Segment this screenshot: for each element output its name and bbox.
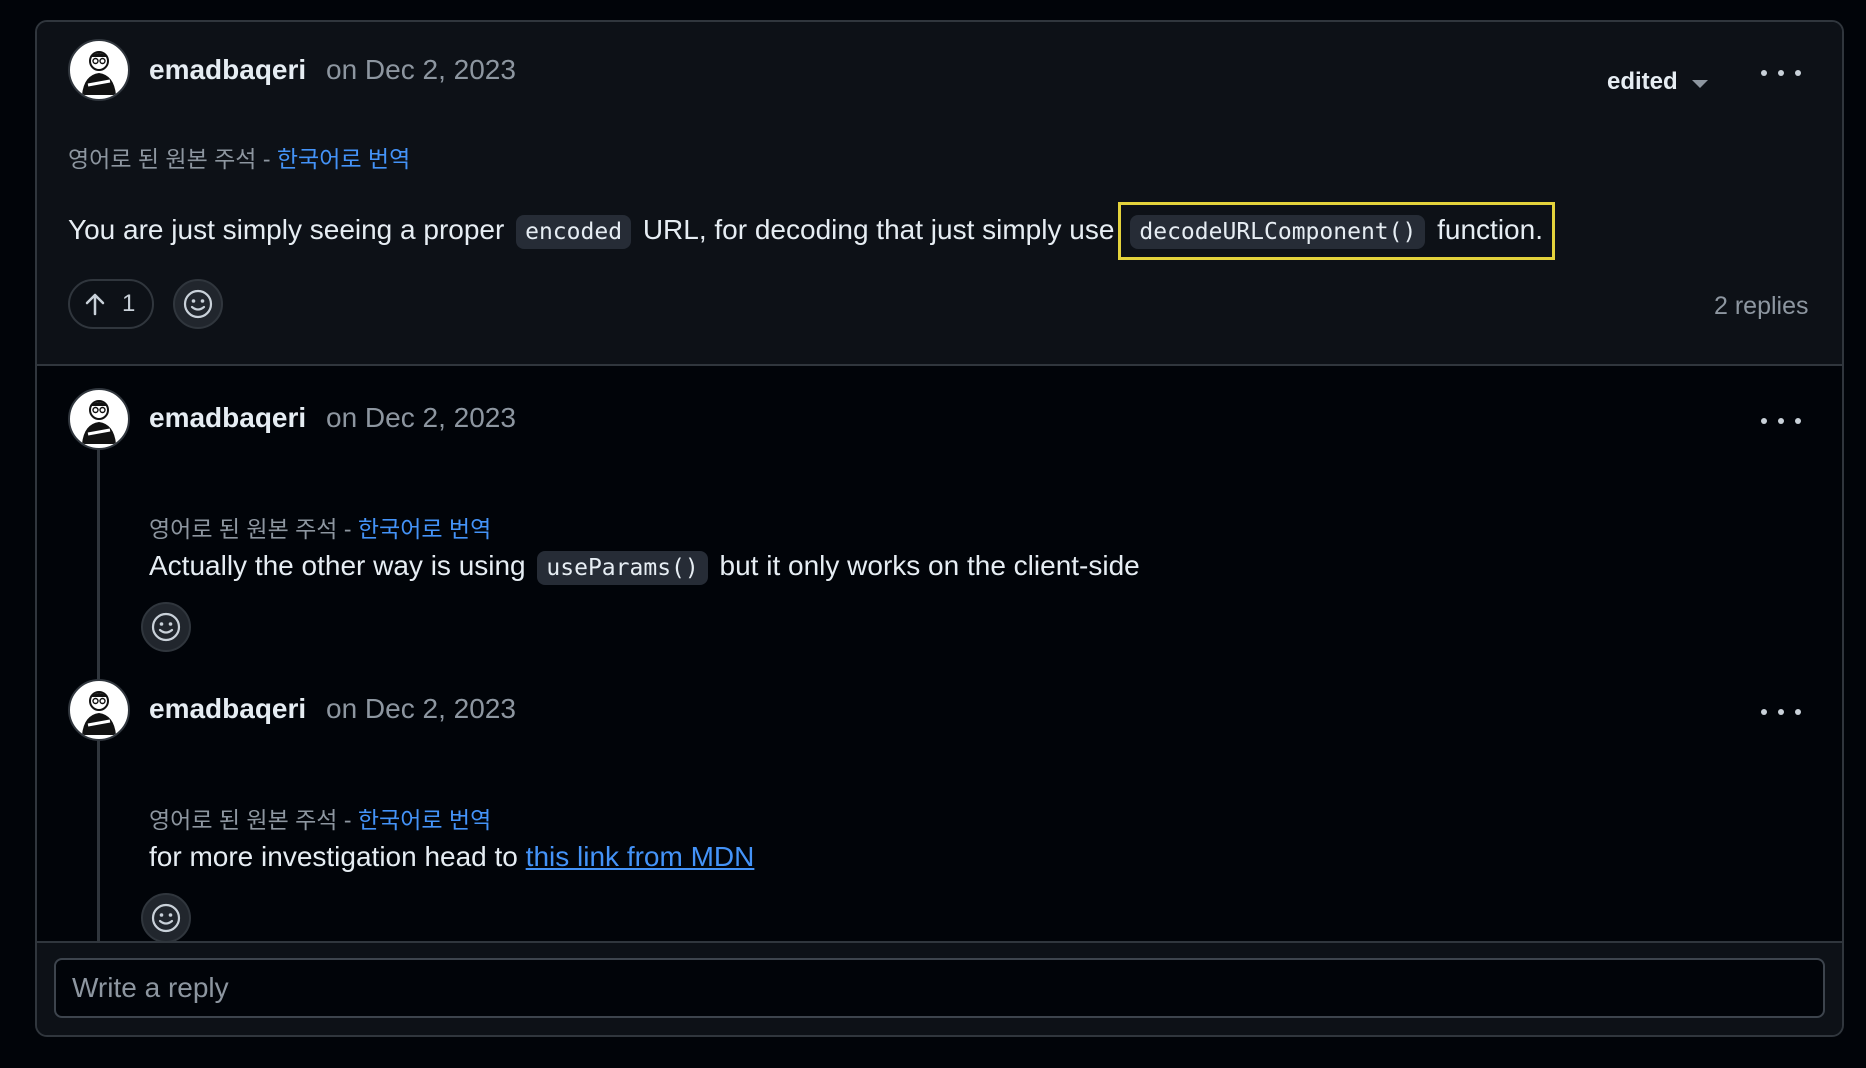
reply-date[interactable]: on Dec 2, 2023 [326, 693, 516, 725]
avatar[interactable] [68, 388, 130, 450]
reply-author[interactable]: emadbaqeri [149, 402, 306, 434]
triangle-down-icon [1691, 80, 1708, 88]
avatar[interactable] [68, 39, 130, 101]
dot [1778, 709, 1784, 715]
kebab-horizontal-icon [1761, 418, 1767, 424]
dot [1795, 709, 1801, 715]
reply-options-button[interactable] [1761, 411, 1801, 431]
kebab-horizontal-icon [1761, 70, 1767, 76]
translation-prefix: 영어로 된 원본 주석 - [149, 516, 358, 542]
translate-link[interactable]: 한국어로 번역 [277, 146, 410, 172]
avatar-illustration-icon [82, 51, 116, 95]
top-comment: emadbaqeri on Dec 2, 2023 edited 영어로 된 원… [37, 22, 1842, 366]
body-text-2: URL, for decoding that just simply use [642, 214, 1115, 245]
translation-notice: 영어로 된 원본 주석 - 한국어로 번역 [149, 510, 491, 544]
dot [1778, 418, 1784, 424]
smiley-icon [151, 903, 181, 933]
translation-notice: 영어로 된 원본 주석 - 한국어로 번역 [149, 801, 491, 835]
edited-dropdown[interactable]: edited [1607, 68, 1708, 96]
kebab-horizontal-icon [1761, 709, 1767, 715]
translate-link[interactable]: 한국어로 번역 [358, 807, 491, 833]
dot [1795, 418, 1801, 424]
discussion-comment-card: emadbaqeri on Dec 2, 2023 edited 영어로 된 원… [35, 20, 1844, 1037]
mdn-link[interactable]: this link from MDN [526, 841, 755, 872]
arrow-up-icon [85, 293, 105, 316]
avatar-illustration-icon [82, 400, 116, 444]
add-reaction-button[interactable] [141, 893, 191, 943]
upvote-button[interactable]: 1 [68, 279, 154, 329]
inline-code: useParams() [537, 551, 708, 585]
body-text-2: but it only works on the client-side [719, 550, 1140, 581]
comment-author[interactable]: emadbaqeri [149, 54, 306, 86]
smiley-icon [151, 612, 181, 642]
comment-options-button[interactable] [1761, 63, 1801, 83]
dot [1795, 70, 1801, 76]
translation-notice: 영어로 된 원본 주석 - 한국어로 번역 [68, 140, 410, 174]
dot [1778, 70, 1784, 76]
upvote-count: 1 [122, 290, 136, 317]
reply-body: Actually the other way is using useParam… [149, 544, 1140, 590]
replies-thread: emadbaqeri on Dec 2, 2023 영어로 된 원본 주석 - … [37, 366, 1842, 943]
reply-body: for more investigation head to this link… [149, 835, 754, 879]
edited-label: edited [1607, 68, 1678, 95]
reply-box-container [37, 943, 1842, 1035]
comment-body: You are just simply seeing a proper enco… [68, 202, 1555, 260]
inline-code: encoded [516, 215, 632, 249]
smiley-icon [183, 289, 213, 319]
reply-options-button[interactable] [1761, 702, 1801, 722]
highlight-box: decodeURLComponent() function. [1118, 202, 1555, 260]
translation-prefix: 영어로 된 원본 주석 - [68, 146, 277, 172]
translate-link[interactable]: 한국어로 번역 [358, 516, 491, 542]
avatar-illustration-icon [82, 691, 116, 735]
replies-count[interactable]: 2 replies [1714, 292, 1809, 321]
body-text-3: function. [1437, 214, 1543, 245]
reply-input[interactable] [54, 958, 1825, 1018]
body-text-1: Actually the other way is using [149, 550, 526, 581]
add-reaction-button[interactable] [141, 602, 191, 652]
inline-code: decodeURLComponent() [1130, 215, 1426, 249]
translation-prefix: 영어로 된 원본 주석 - [149, 807, 358, 833]
avatar[interactable] [68, 679, 130, 741]
reply-author[interactable]: emadbaqeri [149, 693, 306, 725]
add-reaction-button[interactable] [173, 279, 223, 329]
body-text-1: You are just simply seeing a proper [68, 214, 505, 245]
comment-date[interactable]: on Dec 2, 2023 [326, 54, 516, 86]
body-text-1: for more investigation head to [149, 841, 518, 872]
reply-date[interactable]: on Dec 2, 2023 [326, 402, 516, 434]
